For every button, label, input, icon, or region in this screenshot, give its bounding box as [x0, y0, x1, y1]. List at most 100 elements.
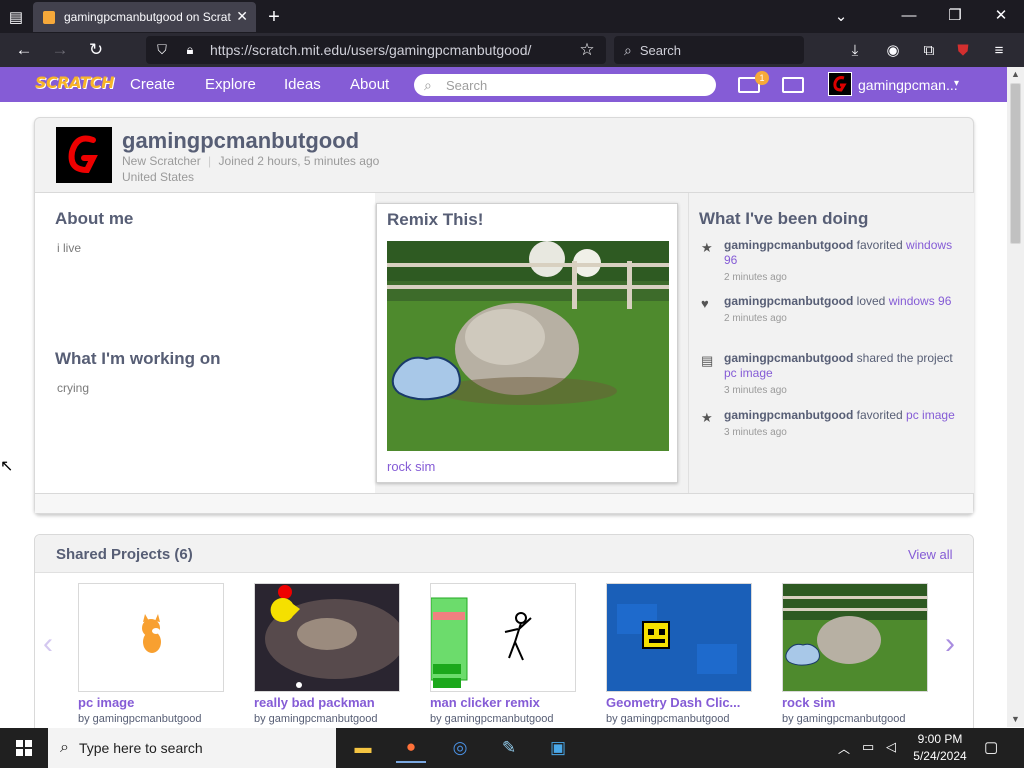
lock-icon[interactable]: 🔒︎	[182, 42, 198, 58]
activity-target[interactable]: pc image	[724, 366, 773, 380]
bookmark-star-icon[interactable]: ☆	[578, 40, 596, 59]
extensions-icon[interactable]: ⧉	[920, 41, 938, 59]
user-dropdown-chevron-icon[interactable]: ▾	[954, 78, 959, 89]
nav-avatar[interactable]	[828, 72, 852, 96]
window-close-icon[interactable]: ✕	[992, 6, 1010, 24]
working-on-heading: What I'm working on	[55, 349, 221, 368]
project-thumbnail[interactable]	[430, 583, 576, 692]
volume-muted-icon[interactable]: ◁	[886, 739, 896, 755]
activity-item: gamingpcmanbutgood favorited pc image 3 …	[724, 408, 964, 440]
clock-time: 9:00 PM	[917, 732, 963, 746]
activity-action: favorited	[856, 238, 903, 252]
menu-icon[interactable]: ≡	[990, 41, 1008, 59]
about-me-text: i live	[57, 241, 82, 255]
tab-title: gamingpcmanbutgood on Scrat	[64, 10, 231, 24]
app-icon[interactable]: ▣	[543, 733, 573, 763]
notifications-icon[interactable]: ▢	[984, 738, 998, 756]
profile-username: gamingpcmanbutgood	[122, 128, 360, 153]
file-explorer-icon[interactable]: ▬	[348, 733, 378, 763]
project-thumbnail[interactable]	[782, 583, 928, 692]
activity-column: What I've been doing ★ gamingpcmanbutgoo…	[688, 193, 974, 493]
nav-ideas[interactable]: Ideas	[284, 76, 321, 93]
reload-icon[interactable]: ↻	[86, 40, 106, 59]
scroll-down-icon[interactable]: ▼	[1011, 714, 1020, 724]
project-author[interactable]: by gamingpcmanbutgood	[606, 713, 730, 725]
minimize-icon[interactable]: —	[900, 6, 918, 24]
project-title[interactable]: pc image	[78, 695, 134, 710]
scratch-search-input[interactable]: ⌕ Search	[414, 74, 716, 96]
network-icon[interactable]: ▭	[862, 739, 874, 755]
taskbar-clock[interactable]: 9:00 PM 5/24/2024	[908, 731, 972, 765]
project-title[interactable]: rock sim	[782, 695, 835, 710]
project-author[interactable]: by gamingpcmanbutgood	[430, 713, 554, 725]
project-thumbnail[interactable]	[78, 583, 224, 692]
scratch-logo[interactable]: SCRATCH	[35, 73, 114, 92]
chrome-icon[interactable]: ◎	[445, 733, 475, 763]
scroll-up-icon[interactable]: ▲	[1011, 69, 1020, 79]
new-tab-icon[interactable]: +	[264, 6, 284, 28]
activity-user[interactable]: gamingpcmanbutgood	[724, 238, 853, 252]
joined-text: Joined 2 hours, 5 minutes ago	[218, 154, 380, 168]
page-scrollbar[interactable]: ▲ ▼	[1007, 67, 1024, 727]
nav-create[interactable]: Create	[130, 76, 175, 93]
activity-heading: What I've been doing	[699, 209, 869, 228]
paint-icon[interactable]: ✎	[494, 733, 524, 763]
activity-target[interactable]: pc image	[906, 408, 955, 422]
profile-header: gamingpcmanbutgood New Scratcher | Joine…	[35, 118, 973, 193]
activity-time: 3 minutes ago	[724, 427, 787, 438]
carousel-next-icon[interactable]: ›	[945, 627, 955, 661]
forward-icon[interactable]: →	[50, 40, 70, 59]
show-hidden-icons-icon[interactable]: ︿	[838, 740, 850, 757]
url-text: https://scratch.mit.edu/users/gamingpcma…	[210, 42, 532, 58]
project-title[interactable]: Geometry Dash Clic...	[606, 695, 740, 710]
activity-time: 2 minutes ago	[724, 313, 787, 324]
my-stuff-icon[interactable]	[782, 77, 804, 93]
featured-project-heading: Remix This!	[387, 210, 484, 229]
taskbar-search-box[interactable]: ⌕ Type here to search	[48, 728, 336, 768]
activity-user[interactable]: gamingpcmanbutgood	[724, 408, 853, 422]
project-thumbnail[interactable]	[606, 583, 752, 692]
url-bar[interactable]: ⛉ 🔒︎ https://scratch.mit.edu/users/gamin…	[146, 36, 606, 64]
carousel-prev-icon[interactable]: ‹	[43, 627, 53, 661]
nav-explore[interactable]: Explore	[205, 76, 256, 93]
tab-list-chevron-icon[interactable]: ⌄	[832, 7, 850, 25]
restore-icon[interactable]: ❐	[946, 6, 964, 24]
project-author[interactable]: by gamingpcmanbutgood	[78, 713, 202, 725]
activity-user[interactable]: gamingpcmanbutgood	[724, 351, 853, 365]
activity-item: gamingpcmanbutgood loved windows 96 2 mi…	[724, 294, 964, 326]
list-all-tabs-icon[interactable]: ▤	[6, 8, 26, 26]
ublock-icon[interactable]: ⛊	[954, 41, 972, 59]
browser-tab-bar: ▤ gamingpcmanbutgood on Scrat ✕ + ⌄ — ❐ …	[0, 0, 1024, 33]
shared-projects-header: Shared Projects (6) View all	[35, 535, 973, 573]
browser-search-box[interactable]: ⌕ Search	[614, 36, 804, 64]
nav-username[interactable]: gamingpcman...	[858, 77, 958, 93]
activity-item: gamingpcmanbutgood favorited windows 96 …	[724, 238, 964, 285]
shared-projects-title: Shared Projects (6)	[56, 546, 193, 563]
account-icon[interactable]: ◉	[884, 41, 902, 59]
browser-tab[interactable]: gamingpcmanbutgood on Scrat ✕	[33, 2, 256, 32]
project-thumbnail[interactable]	[254, 583, 400, 692]
heart-icon: ♥	[701, 296, 709, 311]
profile-avatar	[56, 127, 112, 183]
activity-target[interactable]: windows 96	[889, 294, 952, 308]
featured-project-title[interactable]: rock sim	[387, 459, 435, 474]
scrollbar-thumb[interactable]	[1010, 83, 1021, 244]
project-title[interactable]: really bad packman	[254, 695, 375, 710]
downloads-icon[interactable]: ⤓	[846, 41, 864, 59]
firefox-icon[interactable]: ●	[396, 733, 426, 763]
project-title[interactable]: man clicker remix	[430, 695, 540, 710]
shield-icon[interactable]: ⛉	[154, 42, 170, 58]
activity-user[interactable]: gamingpcmanbutgood	[724, 294, 853, 308]
search-icon: ⌕	[60, 739, 69, 756]
browser-search-placeholder: Search	[639, 42, 682, 58]
view-all-link[interactable]: View all	[908, 547, 953, 562]
featured-project-thumbnail[interactable]	[387, 241, 669, 451]
project-author[interactable]: by gamingpcmanbutgood	[254, 713, 378, 725]
windows-start-icon[interactable]	[9, 733, 39, 763]
back-icon[interactable]: ←	[14, 40, 34, 59]
activity-action: favorited	[856, 408, 903, 422]
shared-projects-box: Shared Projects (6) View all ‹ pc image …	[34, 534, 974, 734]
close-tab-icon[interactable]: ✕	[236, 8, 248, 25]
project-author[interactable]: by gamingpcmanbutgood	[782, 713, 906, 725]
nav-about[interactable]: About	[350, 76, 389, 93]
